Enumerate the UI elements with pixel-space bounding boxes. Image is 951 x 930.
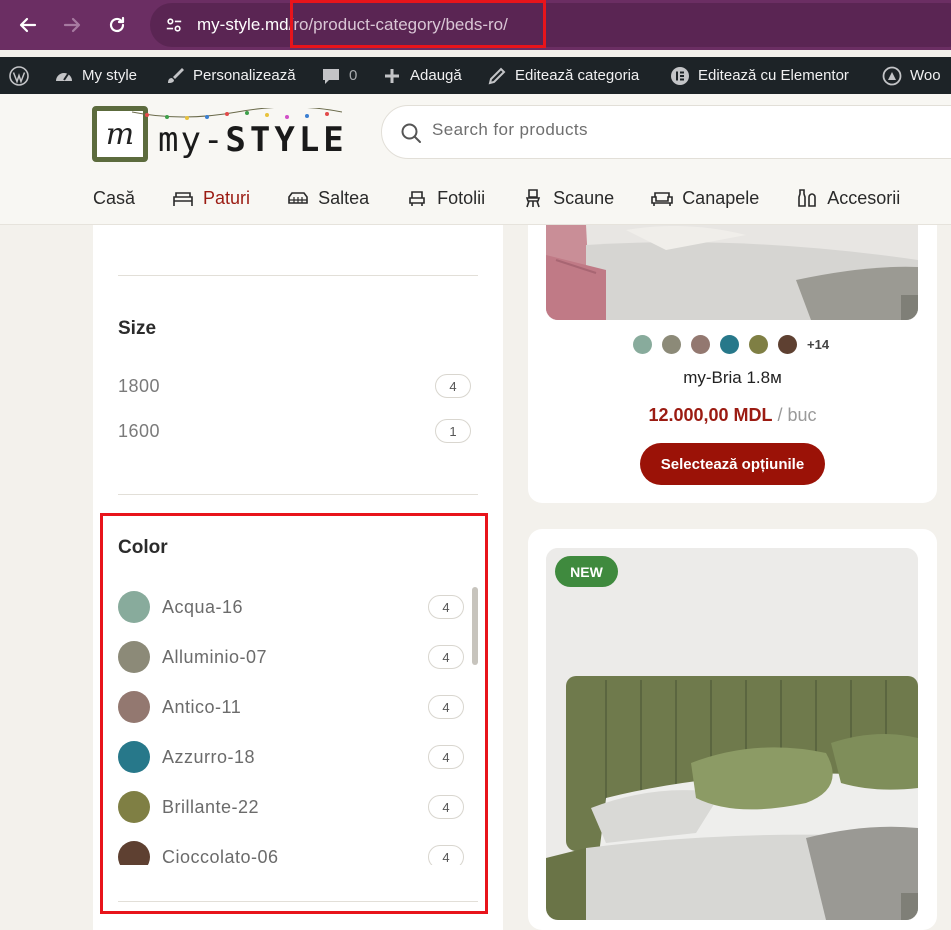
product-image[interactable] bbox=[546, 225, 918, 320]
logo-text-small: my- bbox=[158, 120, 226, 160]
menu-item-fotolii[interactable]: Fotolii bbox=[405, 188, 485, 209]
dashboard-gauge-icon bbox=[56, 72, 72, 81]
admin-woo-label: Woo bbox=[910, 67, 941, 84]
admin-woo-link[interactable]: Woo bbox=[882, 57, 941, 94]
admin-edit-category-link[interactable]: Editează categoria bbox=[487, 57, 639, 94]
price-unit: / buc bbox=[777, 405, 817, 425]
reload-icon bbox=[109, 16, 125, 33]
url-highlight-box bbox=[290, 0, 546, 48]
admin-site-link[interactable]: My style bbox=[54, 57, 137, 94]
product-swatch[interactable] bbox=[720, 335, 739, 354]
paintbrush-icon bbox=[168, 67, 184, 83]
search-box[interactable] bbox=[381, 105, 951, 159]
admin-new-link[interactable]: Adaugă bbox=[382, 57, 462, 94]
pencil-icon bbox=[488, 67, 506, 84]
admin-customize-label: Personalizează bbox=[193, 67, 296, 84]
menu-item-label: Saltea bbox=[318, 187, 370, 208]
size-option-count: 1 bbox=[435, 419, 471, 443]
back-arrow-icon bbox=[19, 17, 37, 33]
menu-item-label: Accesorii bbox=[827, 187, 901, 208]
more-colors-count[interactable]: +14 bbox=[807, 337, 829, 352]
search-icon bbox=[401, 123, 421, 143]
product-price: 12.000,00 MDL / buc bbox=[528, 405, 937, 426]
sofa-icon bbox=[651, 192, 673, 206]
site-header: m my-STYLE Casă Paturi Saltea Fotolii bbox=[0, 94, 951, 225]
comment-bubble-icon bbox=[323, 68, 339, 84]
green-bed-image bbox=[546, 548, 918, 920]
menu-item-label: Canapele bbox=[682, 187, 760, 208]
admin-edit-category-label: Editează categoria bbox=[515, 67, 640, 84]
admin-elementor-label: Editează cu Elementor bbox=[698, 67, 849, 84]
url-host: my-style.md bbox=[197, 15, 289, 34]
admin-new-label: Adaugă bbox=[410, 67, 462, 84]
reload-button[interactable] bbox=[99, 7, 135, 43]
product-card: NEW bbox=[528, 529, 937, 930]
admin-comments-count: 0 bbox=[349, 67, 358, 84]
elementor-icon bbox=[671, 66, 689, 85]
size-filter-title: Size bbox=[118, 318, 157, 339]
main-menu: Casă Paturi Saltea Fotolii Scaune Canape… bbox=[93, 183, 936, 213]
product-swatch[interactable] bbox=[633, 335, 652, 354]
plus-icon bbox=[385, 68, 399, 83]
size-option-count: 4 bbox=[435, 374, 471, 398]
logo-text: my-STYLE bbox=[158, 120, 348, 160]
forward-arrow-icon bbox=[63, 17, 81, 33]
select-options-button[interactable]: Selectează opțiunile bbox=[640, 443, 825, 485]
woo-icon bbox=[882, 66, 902, 85]
admin-site-label: My style bbox=[82, 67, 138, 84]
menu-item-label: Casă bbox=[93, 187, 136, 208]
chair-icon bbox=[526, 189, 541, 208]
back-button[interactable] bbox=[10, 7, 46, 43]
menu-item-scaune[interactable]: Scaune bbox=[521, 188, 614, 209]
size-option-1600[interactable]: 1600 1 bbox=[118, 418, 471, 444]
size-option-label: 1600 bbox=[118, 420, 161, 441]
price-amount: 12.000,00 MDL bbox=[648, 405, 773, 425]
product-swatch[interactable] bbox=[749, 335, 768, 354]
wp-admin-bar: My style Personalizează 0 Adaugă Editeaz… bbox=[0, 57, 951, 94]
product-title[interactable]: my-Bria 1.8м bbox=[528, 368, 937, 388]
menu-item-paturi[interactable]: Paturi bbox=[171, 188, 250, 209]
logo-text-big: STYLE bbox=[225, 120, 348, 160]
menu-item-casa[interactable]: Casă bbox=[93, 188, 135, 209]
menu-item-accesorii[interactable]: Accesorii bbox=[795, 188, 900, 209]
divider bbox=[118, 494, 478, 495]
product-card: +14 my-Bria 1.8м 12.000,00 MDL / buc Sel… bbox=[528, 225, 937, 503]
color-filter-highlight-box bbox=[100, 513, 488, 914]
vases-icon bbox=[798, 189, 817, 207]
size-option-1800[interactable]: 1800 4 bbox=[118, 373, 471, 399]
product-swatch[interactable] bbox=[691, 335, 710, 354]
pink-bed-image bbox=[546, 225, 918, 320]
product-color-swatches: +14 bbox=[633, 335, 829, 354]
menu-item-label: Paturi bbox=[203, 187, 251, 208]
wordpress-logo-button[interactable] bbox=[9, 57, 37, 94]
armchair-icon bbox=[409, 191, 425, 206]
size-option-label: 1800 bbox=[118, 375, 161, 396]
wordpress-icon bbox=[9, 65, 29, 86]
product-swatch[interactable] bbox=[778, 335, 797, 354]
search-input[interactable] bbox=[432, 120, 932, 140]
admin-elementor-link[interactable]: Editează cu Elementor bbox=[670, 57, 849, 94]
site-settings-icon[interactable] bbox=[162, 13, 186, 37]
bed-icon bbox=[173, 192, 193, 206]
menu-item-canapele[interactable]: Canapele bbox=[650, 188, 759, 209]
address-bar[interactable]: my-style.md/ro/product-category/beds-ro/ bbox=[150, 3, 951, 47]
divider bbox=[118, 275, 478, 276]
mattress-icon bbox=[288, 192, 308, 204]
menu-item-label: Fotolii bbox=[437, 187, 486, 208]
product-image[interactable] bbox=[546, 548, 918, 920]
product-swatch[interactable] bbox=[662, 335, 681, 354]
menu-item-saltea[interactable]: Saltea bbox=[286, 188, 369, 209]
new-badge: NEW bbox=[555, 556, 618, 587]
admin-customize-link[interactable]: Personalizează bbox=[165, 57, 296, 94]
forward-button[interactable] bbox=[54, 7, 90, 43]
admin-comments-link[interactable]: 0 bbox=[321, 57, 357, 94]
site-logo[interactable]: m my-STYLE bbox=[92, 106, 352, 164]
menu-item-label: Scaune bbox=[553, 187, 615, 208]
browser-toolbar: my-style.md/ro/product-category/beds-ro/ bbox=[0, 0, 951, 50]
